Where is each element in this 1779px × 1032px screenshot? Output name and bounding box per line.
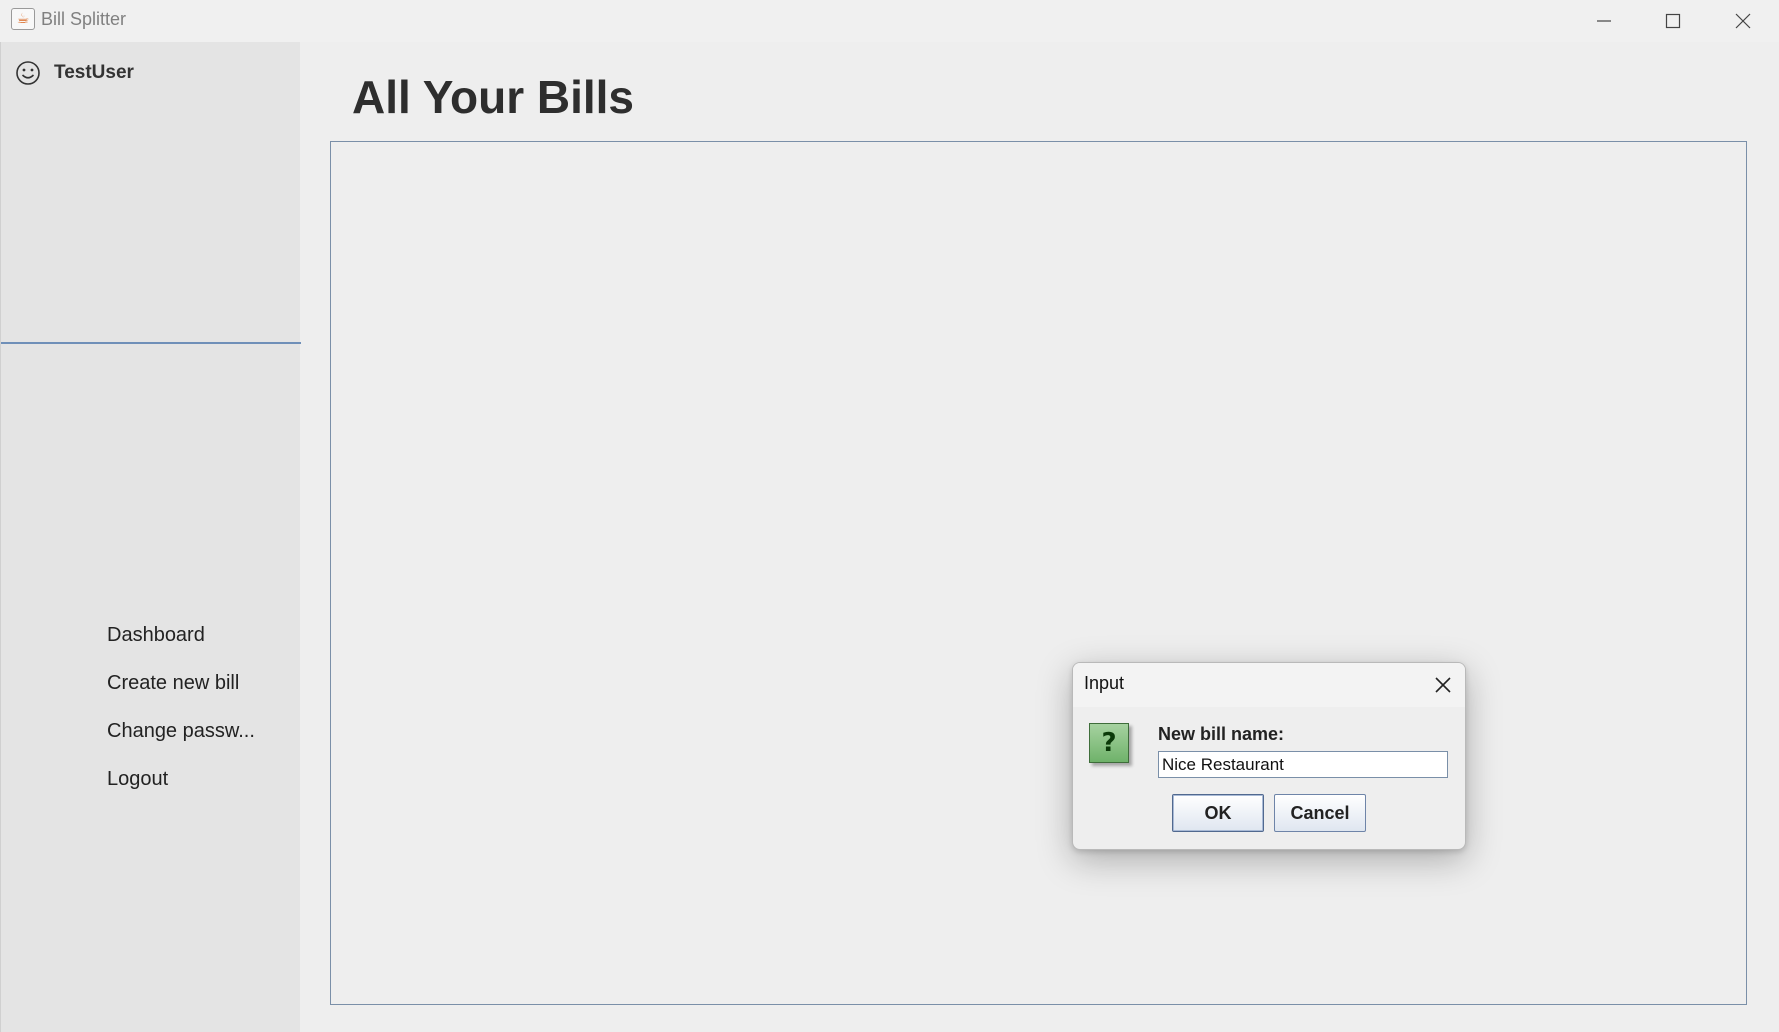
minimize-icon bbox=[1597, 20, 1611, 22]
user-name: TestUser bbox=[54, 62, 134, 83]
ok-button[interactable]: OK bbox=[1172, 794, 1264, 832]
nav-logout[interactable]: Logout bbox=[107, 755, 255, 803]
page-title: All Your Bills bbox=[352, 71, 635, 123]
sidebar-divider bbox=[1, 342, 301, 344]
window-close-button[interactable] bbox=[1709, 0, 1777, 42]
nav-dashboard[interactable]: Dashboard bbox=[107, 611, 255, 659]
bill-name-label: New bill name: bbox=[1158, 724, 1285, 744]
window-titlebar: ☕ Bill Splitter bbox=[0, 0, 1779, 42]
bills-list-panel[interactable] bbox=[330, 141, 1747, 1005]
close-icon bbox=[1435, 677, 1451, 693]
smiley-icon bbox=[16, 61, 40, 85]
input-dialog: Input ? New bill name: OK Cancel bbox=[1072, 662, 1466, 850]
sidebar-nav: Dashboard Create new bill Change passw..… bbox=[107, 611, 255, 803]
question-icon: ? bbox=[1089, 723, 1129, 763]
window-title: Bill Splitter bbox=[41, 9, 127, 29]
dialog-close-button[interactable] bbox=[1431, 673, 1455, 697]
sidebar: TestUser Dashboard Create new bill Chang… bbox=[0, 42, 301, 1032]
close-icon bbox=[1735, 13, 1751, 29]
maximize-icon bbox=[1665, 13, 1681, 29]
user-info: TestUser bbox=[15, 60, 134, 86]
cancel-button[interactable]: Cancel bbox=[1274, 794, 1366, 832]
dialog-title: Input bbox=[1084, 673, 1125, 693]
dialog-header: Input bbox=[1073, 663, 1465, 707]
minimize-button[interactable] bbox=[1570, 0, 1638, 42]
bill-name-input[interactable] bbox=[1158, 751, 1448, 778]
nav-create-new-bill[interactable]: Create new bill bbox=[107, 659, 255, 707]
nav-change-password[interactable]: Change passw... bbox=[107, 707, 255, 755]
java-cup-icon: ☕ bbox=[11, 8, 35, 30]
maximize-button[interactable] bbox=[1639, 0, 1707, 42]
